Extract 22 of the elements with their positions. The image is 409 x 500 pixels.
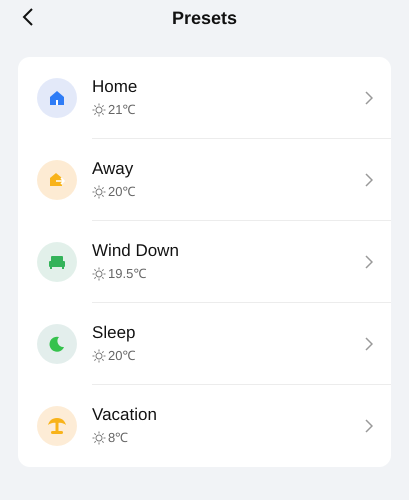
preset-name: Vacation (92, 404, 158, 426)
chevron-right-icon[interactable] (365, 254, 373, 268)
sun-icon (92, 102, 106, 116)
sun-icon (92, 184, 106, 198)
sun-icon (92, 266, 106, 280)
preset-name: Away (92, 158, 134, 180)
sun-icon (92, 348, 106, 362)
preset-temperature: 20℃ (108, 346, 136, 365)
back-icon[interactable] (22, 8, 34, 26)
chevron-right-icon[interactable] (365, 336, 373, 350)
page-title: Presets (172, 6, 238, 30)
chevron-right-icon[interactable] (365, 172, 373, 186)
preset-temperature: 21℃ (108, 100, 136, 119)
preset-temperature: 19.5℃ (108, 264, 146, 283)
preset-temperature: 20℃ (108, 182, 136, 201)
chevron-right-icon[interactable] (365, 419, 373, 433)
preset-name: Home (92, 76, 138, 98)
sun-icon (92, 431, 106, 445)
preset-name: Wind Down (92, 240, 180, 262)
preset-name: Sleep (92, 322, 136, 344)
chevron-right-icon[interactable] (365, 90, 373, 104)
preset-temperature: 8℃ (108, 429, 128, 448)
